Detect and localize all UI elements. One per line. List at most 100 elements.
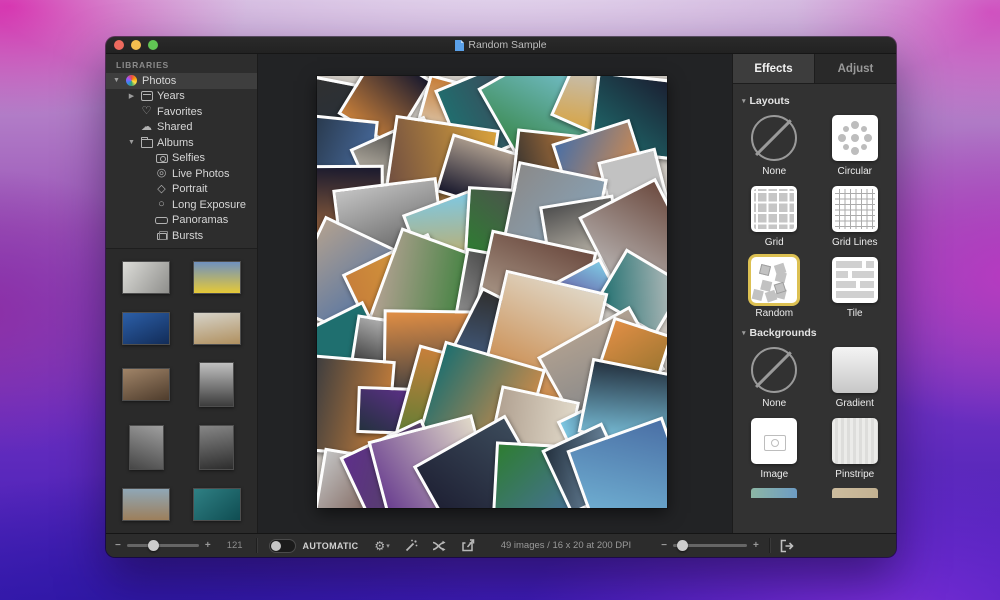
camera-icon — [155, 154, 168, 163]
automatic-toggle[interactable] — [269, 539, 296, 553]
desktop-wallpaper: Random Sample LIBRARIES ▼Photos▶Years♡Fa… — [0, 0, 1000, 600]
share-icon — [461, 539, 475, 552]
tile-preview-icon — [832, 257, 878, 303]
thumbnail-grid — [106, 248, 257, 534]
close-button[interactable] — [114, 40, 124, 50]
gears-icon: ⚙ — [374, 539, 385, 553]
background-gradient[interactable]: Gradient — [832, 347, 878, 409]
sidebar-item-label: Photos — [142, 75, 176, 87]
panel-tabs: Effects Adjust — [733, 54, 896, 84]
traffic-lights — [114, 40, 158, 50]
zoom-in-button[interactable]: + — [205, 540, 211, 551]
tab-effects[interactable]: Effects — [733, 54, 815, 83]
background-none[interactable]: None — [751, 347, 797, 409]
photo-thumbnail[interactable] — [199, 425, 234, 470]
tile-label: None — [762, 166, 786, 177]
layout-circular[interactable]: Circular — [832, 115, 878, 177]
title-bar[interactable]: Random Sample — [106, 37, 896, 54]
photo-thumbnail[interactable] — [122, 312, 170, 345]
zoom-slider-knob[interactable] — [148, 540, 159, 551]
zoom-button[interactable] — [148, 40, 158, 50]
layouts-section-header[interactable]: ▾ Layouts — [742, 95, 887, 107]
size-increase-button[interactable]: + — [753, 540, 759, 551]
minimize-button[interactable] — [131, 40, 141, 50]
layouts-grid: None Circular Grid Grid Lines Random Tile — [742, 115, 887, 319]
sidebar-item-albums[interactable]: ▼Albums — [106, 135, 257, 151]
folder-icon — [140, 137, 153, 148]
backgrounds-grid: None Gradient Image Pinstripe — [742, 347, 887, 480]
photo-thumbnail[interactable] — [199, 362, 234, 407]
settings-gears-button[interactable]: ⚙ ▾ — [374, 539, 389, 553]
sidebar-item-bursts[interactable]: Bursts — [106, 228, 257, 244]
collage-status: 49 images / 16 x 20 at 200 DPI — [501, 540, 631, 551]
size-decrease-button[interactable]: − — [661, 540, 667, 551]
chevron-down-icon: ▾ — [386, 542, 390, 550]
backgrounds-section-header[interactable]: ▾ Backgrounds — [742, 327, 887, 339]
automatic-toggle-knob[interactable] — [271, 541, 281, 551]
zoom-percentage: 121 — [227, 540, 243, 551]
app-window: Random Sample LIBRARIES ▼Photos▶Years♡Fa… — [106, 37, 896, 557]
shuffle-button[interactable] — [432, 540, 447, 552]
share-button[interactable] — [461, 539, 475, 552]
sidebar-item-selfies[interactable]: Selfies — [106, 151, 257, 167]
photo-thumbnail[interactable] — [193, 261, 241, 294]
sidebar-item-label: Long Exposure — [172, 199, 246, 211]
document-icon — [455, 40, 464, 51]
photo-thumbnail[interactable] — [129, 425, 164, 470]
tile-label: Random — [755, 308, 793, 319]
panorama-icon — [155, 217, 168, 224]
photo-thumbnail[interactable] — [122, 261, 170, 294]
photo-thumbnail[interactable] — [122, 368, 170, 401]
photo-thumbnail[interactable] — [193, 488, 241, 521]
none-preview-icon — [751, 347, 797, 393]
layout-grid-lines[interactable]: Grid Lines — [832, 186, 878, 248]
background-tile-partial[interactable] — [751, 488, 797, 498]
export-button[interactable] — [780, 539, 794, 553]
disclosure-triangle-icon[interactable]: ▼ — [127, 139, 136, 146]
library-tree: ▼ Photos ▶ Years ♡Favorites☁Shared▼AlbumsSel… — [106, 73, 257, 244]
sidebar-item-label: Panoramas — [172, 214, 228, 226]
background-tile-partial[interactable] — [832, 488, 878, 498]
backgrounds-grid-overflow — [742, 488, 887, 498]
sidebar-item-photos[interactable]: ▼ Photos — [106, 73, 257, 89]
photo-thumbnail[interactable] — [193, 312, 241, 345]
sidebar-item-label: Selfies — [172, 152, 205, 164]
sidebar-item-live-photos[interactable]: ◎Live Photos — [106, 166, 257, 182]
layout-tile[interactable]: Tile — [832, 257, 878, 319]
chevron-down-icon: ▾ — [742, 329, 746, 337]
disclosure-triangle-icon[interactable]: ▼ — [112, 77, 121, 84]
zoom-slider[interactable] — [127, 544, 199, 547]
size-slider-knob[interactable] — [677, 540, 688, 551]
layout-random[interactable]: Random — [751, 257, 797, 319]
zoom-out-button[interactable]: − — [115, 540, 121, 551]
effects-panel: Effects Adjust ▾ Layouts None Circular Gri… — [732, 54, 896, 533]
sidebar-item-years[interactable]: ▶ Years — [106, 89, 257, 105]
sidebar-item-label: Live Photos — [172, 168, 229, 180]
random-preview-icon — [751, 257, 797, 303]
toolbar-divider — [256, 538, 257, 553]
sidebar-item-label: Portrait — [172, 183, 207, 195]
size-slider[interactable] — [673, 544, 747, 547]
background-pinstripe[interactable]: Pinstripe — [832, 418, 878, 480]
sidebar-item-label: Bursts — [172, 230, 203, 242]
sidebar-item-shared[interactable]: ☁Shared — [106, 120, 257, 136]
image-preview-icon — [751, 418, 797, 464]
magic-wand-button[interactable] — [404, 539, 418, 553]
sidebar-item-label: Years — [157, 90, 185, 102]
photo-thumbnail[interactable] — [122, 488, 170, 521]
sidebar-item-favorites[interactable]: ♡Favorites — [106, 104, 257, 120]
layout-none[interactable]: None — [751, 115, 797, 177]
background-image[interactable]: Image — [751, 418, 797, 480]
tile-label: Image — [760, 469, 788, 480]
sidebar-item-label: Favorites — [157, 106, 202, 118]
layout-grid[interactable]: Grid — [751, 186, 797, 248]
exposure-icon: ○ — [155, 199, 168, 210]
sidebar-item-panoramas[interactable]: Panoramas — [106, 213, 257, 229]
tab-adjust[interactable]: Adjust — [815, 54, 896, 83]
automatic-label: AUTOMATIC — [303, 541, 359, 551]
sidebar-item-long-exposure[interactable]: ○ Long Exposure — [106, 197, 257, 213]
disclosure-triangle-icon[interactable]: ▶ — [127, 92, 136, 100]
gridlines-preview-icon — [832, 186, 878, 232]
sidebar-item-portrait[interactable]: ◇Portrait — [106, 182, 257, 198]
sidebar-item-label: Shared — [157, 121, 192, 133]
